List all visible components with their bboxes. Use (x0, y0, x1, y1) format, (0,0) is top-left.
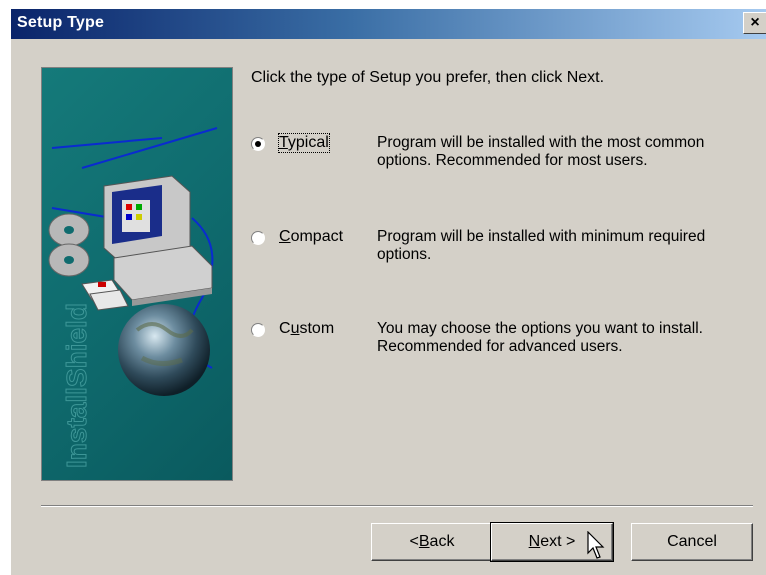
separator-line (41, 505, 753, 507)
option-typical-label[interactable]: Typical (278, 133, 330, 153)
option-compact-label[interactable]: Compact (279, 228, 343, 246)
radio-typical[interactable] (251, 137, 265, 151)
installshield-banner-image: InstallShield (41, 67, 233, 481)
close-button[interactable]: × (743, 12, 766, 34)
setup-dialog: Setup Type × InstallShield Click the typ… (10, 8, 766, 575)
computer-icon (103, 175, 213, 306)
option-custom-description: You may choose the options you want to i… (377, 320, 703, 355)
option-typical-description: Program will be installed with the most … (377, 134, 705, 169)
instruction-text: Click the type of Setup you prefer, then… (251, 69, 605, 86)
radio-selected-dot (255, 141, 261, 147)
globe-icon (118, 304, 210, 396)
mouse-cursor-icon (587, 531, 605, 559)
option-compact-description: Program will be installed with minimum r… (377, 228, 706, 263)
window-title: Setup Type (17, 14, 105, 31)
back-button[interactable]: < Back (371, 523, 493, 561)
title-bar[interactable]: Setup Type × (11, 9, 766, 39)
cancel-button[interactable]: Cancel (631, 523, 753, 561)
installshield-watermark: InstallShield (61, 303, 92, 468)
cd-icons (48, 213, 90, 277)
radio-custom[interactable] (251, 323, 265, 337)
radio-compact[interactable] (251, 231, 265, 245)
option-custom-label[interactable]: Custom (279, 320, 334, 338)
